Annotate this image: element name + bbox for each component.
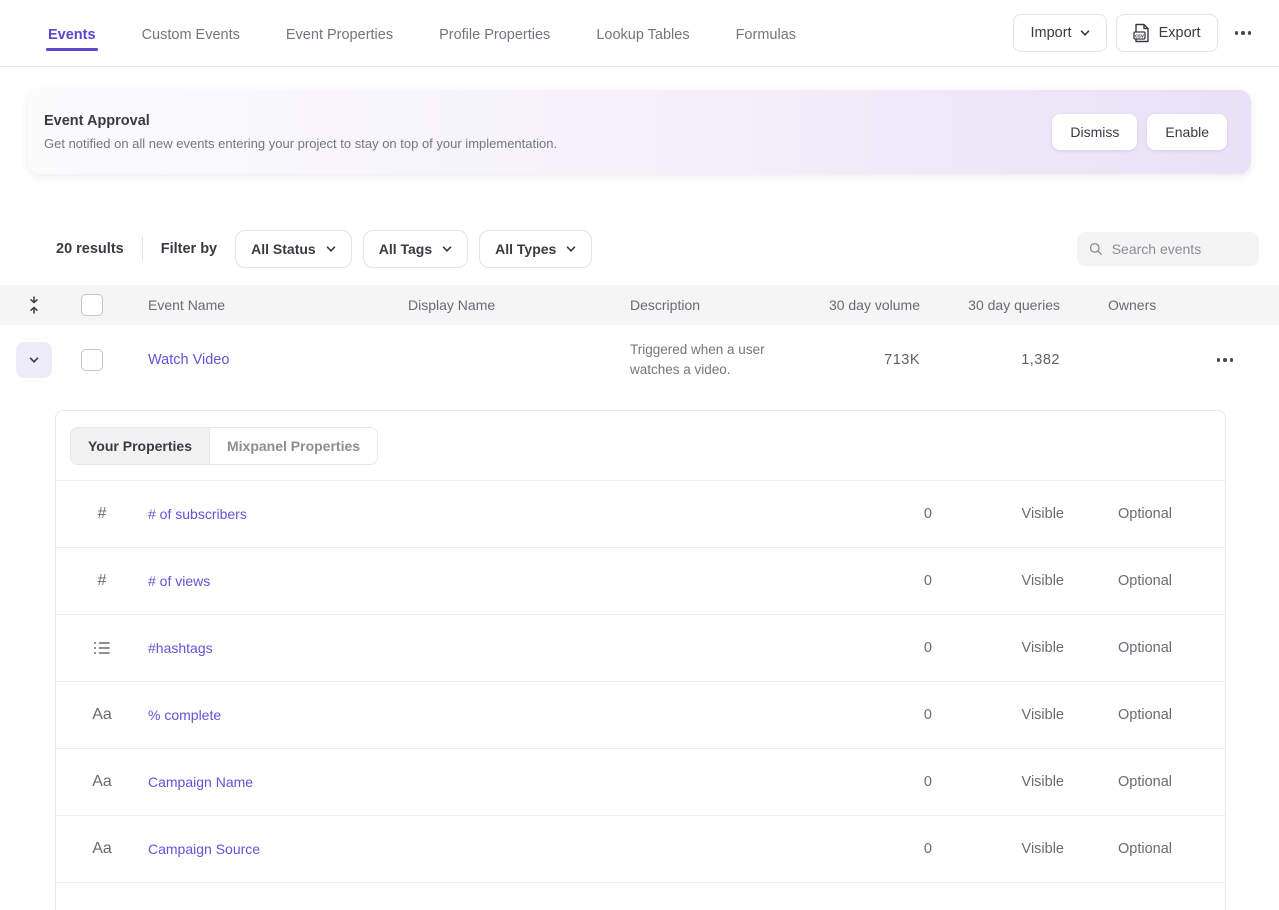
property-value: 0 bbox=[832, 774, 932, 790]
property-row: Aa % complete 0 Visible Optional bbox=[56, 682, 1225, 749]
export-label: Export bbox=[1159, 25, 1201, 41]
chevron-down-icon bbox=[326, 244, 336, 254]
event-approval-banner: Event Approval Get notified on all new e… bbox=[28, 90, 1251, 174]
search-box[interactable] bbox=[1077, 232, 1259, 266]
col-display-name: Display Name bbox=[390, 297, 612, 313]
svg-text:csv: csv bbox=[1135, 33, 1144, 39]
banner-text: Event Approval Get notified on all new e… bbox=[44, 113, 1052, 151]
property-visibility: Visible bbox=[932, 841, 1074, 857]
property-requirement: Optional bbox=[1074, 506, 1184, 522]
all-tags-label: All Tags bbox=[379, 241, 432, 257]
property-link[interactable]: # of subscribers bbox=[148, 506, 247, 522]
tab-events[interactable]: Events bbox=[48, 4, 96, 63]
col-30-day-volume: 30 day volume bbox=[800, 297, 920, 313]
search-input[interactable] bbox=[1112, 241, 1247, 257]
property-value: 0 bbox=[832, 640, 932, 656]
number-type-icon: # bbox=[56, 572, 148, 590]
property-requirement: Optional bbox=[1074, 640, 1184, 656]
all-status-label: All Status bbox=[251, 241, 316, 257]
property-row: #hashtags 0 Visible Optional bbox=[56, 615, 1225, 682]
col-30-day-queries: 30 day queries bbox=[920, 297, 1060, 313]
banner-actions: Dismiss Enable bbox=[1052, 114, 1227, 150]
text-type-icon: Aa bbox=[56, 706, 148, 724]
event-name-link[interactable]: Watch Video bbox=[148, 352, 229, 368]
filter-bar: 20 results Filter by All Status All Tags… bbox=[56, 228, 1259, 270]
description-cell: Triggered when a user watches a video. bbox=[612, 340, 800, 379]
row-checkbox[interactable] bbox=[81, 349, 103, 371]
row-more-options-icon[interactable] bbox=[1209, 348, 1242, 372]
property-requirement: Optional bbox=[1074, 707, 1184, 723]
col-owners: Owners bbox=[1060, 297, 1190, 313]
all-tags-dropdown[interactable]: All Tags bbox=[363, 230, 468, 268]
chevron-down-icon bbox=[566, 244, 576, 254]
queries-cell: 1,382 bbox=[920, 352, 1060, 368]
property-requirement: Optional bbox=[1074, 573, 1184, 589]
property-visibility: Visible bbox=[932, 506, 1074, 522]
chevron-down-icon bbox=[1080, 28, 1090, 38]
col-description: Description bbox=[612, 297, 800, 313]
property-value: 0 bbox=[832, 707, 932, 723]
property-link[interactable]: # of views bbox=[148, 573, 210, 589]
volume-cell: 713K bbox=[800, 352, 920, 368]
property-value: 0 bbox=[832, 506, 932, 522]
filter-by-label: Filter by bbox=[161, 241, 217, 257]
all-types-label: All Types bbox=[495, 241, 556, 257]
col-event-name: Event Name bbox=[130, 297, 390, 313]
event-row-watch-video: Watch Video Triggered when a user watche… bbox=[0, 325, 1279, 395]
select-all-checkbox[interactable] bbox=[81, 294, 103, 316]
property-visibility: Visible bbox=[932, 640, 1074, 656]
banner-title: Event Approval bbox=[44, 113, 1052, 129]
property-requirement: Optional bbox=[1074, 774, 1184, 790]
import-button[interactable]: Import bbox=[1013, 14, 1106, 52]
enable-button[interactable]: Enable bbox=[1147, 114, 1227, 150]
property-row: # # of views 0 Visible Optional bbox=[56, 548, 1225, 615]
text-type-icon: Aa bbox=[56, 773, 148, 791]
more-options-icon[interactable] bbox=[1227, 21, 1260, 45]
tab-formulas[interactable]: Formulas bbox=[736, 4, 796, 63]
export-button[interactable]: csv Export bbox=[1116, 14, 1218, 52]
import-label: Import bbox=[1030, 25, 1071, 41]
text-type-icon: Aa bbox=[56, 840, 148, 858]
property-requirement: Optional bbox=[1074, 841, 1184, 857]
events-table-header: Event Name Display Name Description 30 d… bbox=[0, 285, 1279, 325]
chevron-down-icon bbox=[442, 244, 452, 254]
properties-tabs: Your Properties Mixpanel Properties bbox=[56, 411, 1225, 481]
divider bbox=[142, 237, 143, 261]
property-row: Aa Campaign Name 0 Visible Optional bbox=[56, 749, 1225, 816]
dismiss-button[interactable]: Dismiss bbox=[1052, 114, 1137, 150]
tab-custom-events[interactable]: Custom Events bbox=[142, 4, 240, 63]
property-link[interactable]: Campaign Name bbox=[148, 774, 253, 790]
chevron-down-icon bbox=[29, 355, 39, 365]
property-row: Aa Campaign Source 0 Visible Optional bbox=[56, 816, 1225, 883]
property-link[interactable]: #hashtags bbox=[148, 640, 213, 656]
results-count: 20 results bbox=[56, 241, 124, 257]
banner-description: Get notified on all new events entering … bbox=[44, 136, 1052, 151]
all-types-dropdown[interactable]: All Types bbox=[479, 230, 592, 268]
csv-file-icon: csv bbox=[1133, 23, 1151, 43]
tab-lookup-tables[interactable]: Lookup Tables bbox=[596, 4, 689, 63]
number-type-icon: # bbox=[56, 505, 148, 523]
tab-event-properties[interactable]: Event Properties bbox=[286, 4, 393, 63]
search-icon bbox=[1089, 241, 1103, 257]
top-navigation: Events Custom Events Event Properties Pr… bbox=[0, 0, 1279, 67]
property-visibility: Visible bbox=[932, 707, 1074, 723]
lexicon-tabs: Events Custom Events Event Properties Pr… bbox=[48, 4, 1013, 63]
property-visibility: Visible bbox=[932, 774, 1074, 790]
event-properties-panel: Your Properties Mixpanel Properties # # … bbox=[55, 410, 1226, 910]
collapse-all-icon[interactable] bbox=[27, 296, 41, 314]
property-link[interactable]: % complete bbox=[148, 707, 221, 723]
nav-actions: Import csv Export bbox=[1013, 14, 1259, 52]
tab-mixpanel-properties[interactable]: Mixpanel Properties bbox=[210, 428, 377, 464]
property-visibility: Visible bbox=[932, 573, 1074, 589]
property-row: # # of subscribers 0 Visible Optional bbox=[56, 481, 1225, 548]
collapse-row-button[interactable] bbox=[16, 342, 52, 378]
list-type-icon bbox=[93, 640, 111, 656]
all-status-dropdown[interactable]: All Status bbox=[235, 230, 352, 268]
property-value: 0 bbox=[832, 573, 932, 589]
property-value: 0 bbox=[832, 841, 932, 857]
property-link[interactable]: Campaign Source bbox=[148, 841, 260, 857]
tab-your-properties[interactable]: Your Properties bbox=[71, 428, 210, 464]
tab-profile-properties[interactable]: Profile Properties bbox=[439, 4, 550, 63]
